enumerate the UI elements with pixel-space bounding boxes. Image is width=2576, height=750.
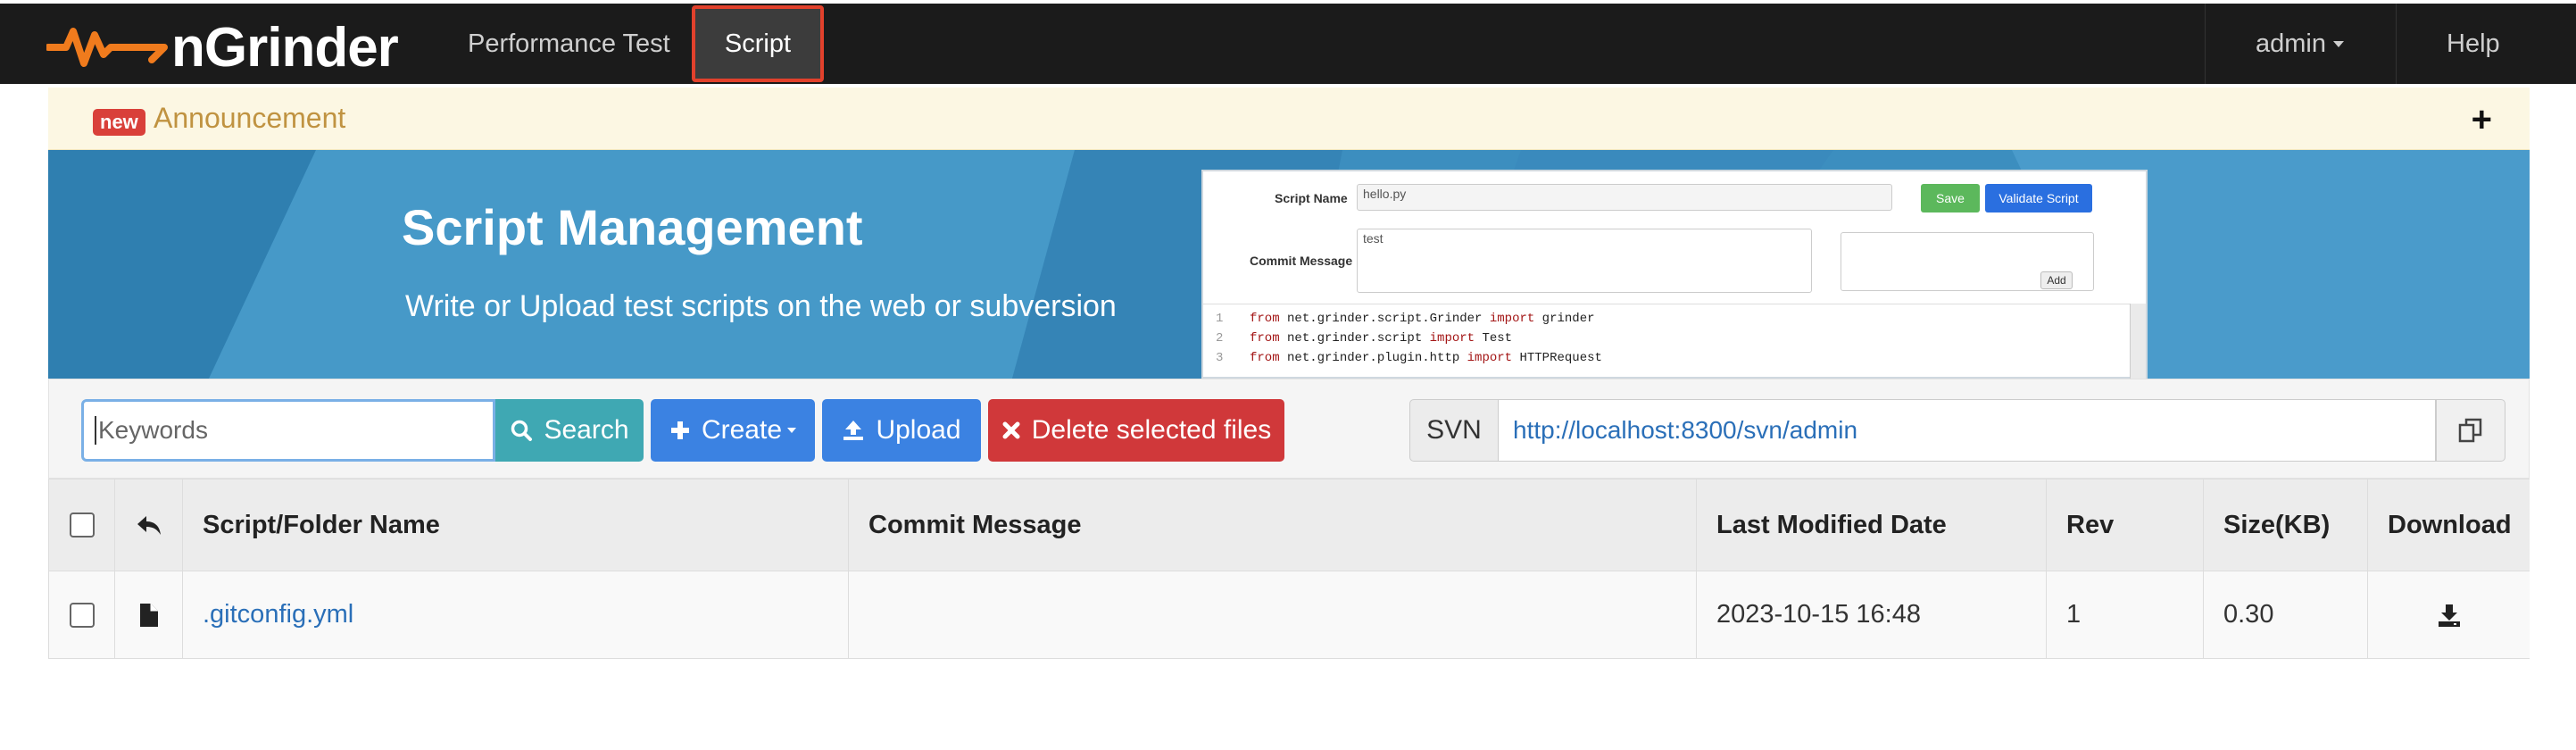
download-icon[interactable] [2437,603,2462,628]
search-placeholder: Keywords [98,416,208,444]
preview-scrollbar [2130,304,2146,379]
announcement-title[interactable]: Announcement [154,102,345,135]
code-line-number: 2 [1216,331,1224,346]
go-up-cell [114,479,182,571]
preview-script-name-label: Script Name [1275,191,1348,205]
copy-icon [2458,418,2482,443]
row-select-cell [48,571,114,658]
reply-icon[interactable] [136,513,162,537]
nav-script[interactable]: Script [692,5,824,82]
code-line: from net.grinder.script.Grinder import g… [1250,312,1595,326]
select-all-cell [48,479,114,571]
file-type-cell [114,571,182,658]
create-button[interactable]: Create [651,399,815,462]
preview-add-button: Add [2040,271,2073,289]
preview-save-button: Save [1921,184,1980,212]
banner-title: Script Management [402,199,863,255]
header-size[interactable]: Size(KB) [2203,479,2367,571]
preview-script-name-input: hello.py [1357,184,1892,211]
code-line-number: 3 [1216,351,1224,365]
header-rev: Rev [2046,479,2203,571]
nav-admin-menu[interactable]: admin [2256,4,2344,84]
row-size: 0.30 [2203,571,2367,658]
select-all-checkbox[interactable] [69,512,95,538]
script-toolbar: Keywords Search Create Upload Delete sel… [48,379,2530,479]
announcement-expand-button[interactable]: + [2472,100,2492,140]
close-icon [1002,421,1020,439]
code-line-number: 1 [1216,312,1224,326]
nav-help[interactable]: Help [2447,4,2500,84]
upload-button[interactable]: Upload [822,399,981,462]
new-badge: new [93,109,145,136]
preview-commit-input: test [1357,229,1812,293]
caret-down-icon [787,428,797,433]
ngrinder-logo-icon [46,28,168,67]
row-script-name: .gitconfig.yml [182,571,848,658]
delete-selected-files-button[interactable]: Delete selected files [988,399,1284,462]
svn-url-field[interactable]: http://localhost:8300/svn/admin [1499,399,2436,462]
table-row: .gitconfig.yml 2023-10-15 16:48 1 0.30 [48,571,2530,659]
preview-commit-label: Commit Message [1250,254,1353,268]
row-checkbox[interactable] [69,602,95,628]
create-button-label: Create [701,415,783,445]
header-script-name[interactable]: Script/Folder Name [182,479,848,571]
preview-validate-button: Validate Script [1985,184,2092,212]
svn-label: SVN [1409,399,1499,462]
text-cursor [95,416,96,445]
brand-name: nGrinder [171,16,399,79]
search-icon [511,420,533,441]
brand-logo[interactable]: nGrinder [46,14,399,80]
announcement-bar: new Announcement + [48,88,2530,150]
code-line: from net.grinder.script import Test [1250,331,1513,346]
header-commit-message: Commit Message [848,479,1696,571]
file-icon [139,603,158,627]
search-button[interactable]: Search [495,399,644,462]
header-last-modified[interactable]: Last Modified Date [1696,479,2046,571]
top-navbar: nGrinder Performance Test Script admin H… [0,0,2576,84]
row-commit-message [848,571,1696,658]
preview-code-editor: 1 from net.grinder.script.Grinder import… [1203,304,2131,379]
row-last-modified: 2023-10-15 16:48 [1696,571,2046,658]
nav-divider [2396,4,2397,84]
row-download-cell [2367,571,2530,658]
row-rev: 1 [2046,571,2203,658]
banner-subtitle: Write or Upload test scripts on the web … [405,289,1117,323]
editor-preview-image: Script Name hello.py Save Validate Scrip… [1201,170,2148,379]
copy-svn-url-button[interactable] [2436,399,2505,462]
nav-performance-test[interactable]: Performance Test [468,4,670,84]
plus-icon [670,421,689,439]
delete-button-label: Delete selected files [1031,415,1272,445]
caret-down-icon [2333,40,2344,47]
upload-button-label: Upload [876,415,961,445]
keyword-search-input[interactable]: Keywords [81,399,495,462]
admin-label: admin [2256,29,2326,58]
nav-divider [2205,4,2206,84]
search-button-label: Search [544,415,629,445]
code-line: from net.grinder.plugin.http import HTTP… [1250,351,1602,365]
table-header-row: Script/Folder Name Commit Message Last M… [48,479,2530,571]
script-file-link[interactable]: .gitconfig.yml [203,600,353,629]
upload-icon [843,421,864,440]
script-management-banner: Script Management Write or Upload test s… [48,150,2530,379]
header-download: Download [2367,479,2530,571]
